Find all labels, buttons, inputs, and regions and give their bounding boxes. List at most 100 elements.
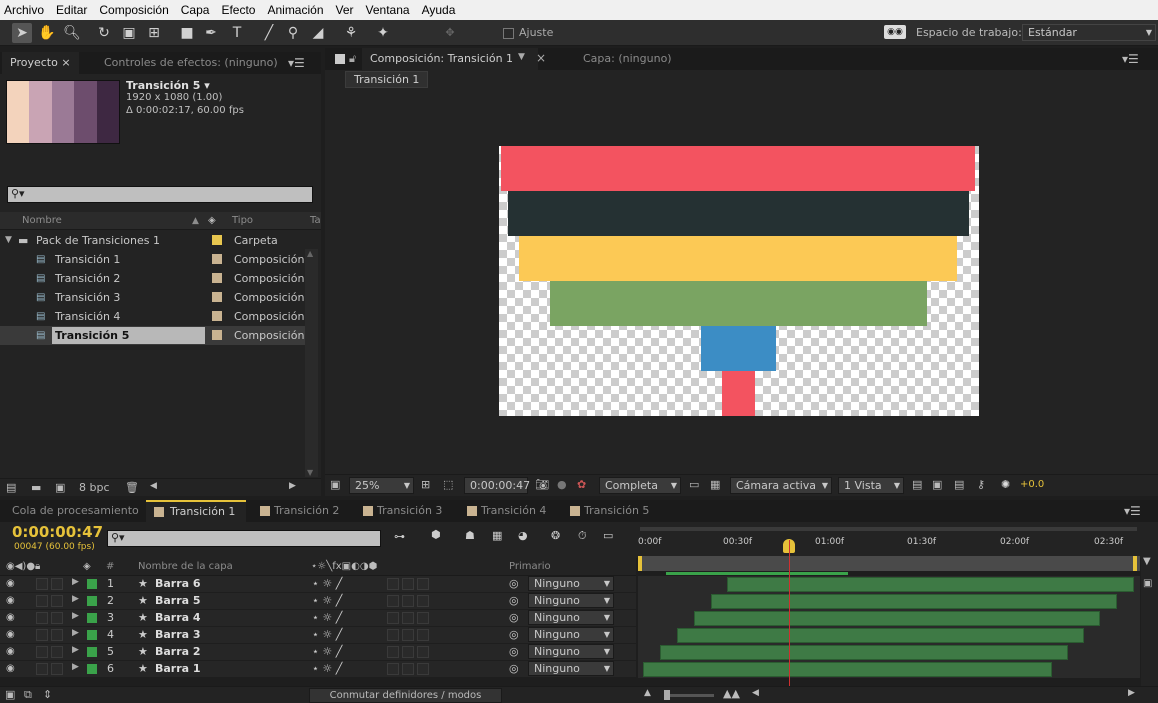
sort-icon[interactable]: ▲ [192,212,199,230]
menu-ventana[interactable]: Ventana [366,3,410,17]
current-time-indicator-line[interactable] [789,540,790,686]
table-row[interactable]: ◉ ▶ 4 ★ Barra 3 ⋆ ☼ ╱ ◎ Ninguno ▼ [0,627,636,644]
shy-layers-icon[interactable]: ☗ [465,529,475,542]
tab-transicion-3[interactable]: Transición 3 [355,500,450,522]
close-icon[interactable]: × [536,51,546,65]
table-row[interactable]: ◉ ▶ 3 ★ Barra 4 ⋆ ☼ ╱ ◎ Ninguno ▼ [0,610,636,627]
layer-name[interactable]: Barra 2 [155,645,201,658]
zoom-in-icon[interactable]: ▲▲ [723,687,740,700]
col-parent[interactable]: Primario [509,558,551,576]
project-search-input[interactable]: ⚲▾ [7,186,313,203]
layer-switches-icon[interactable]: ⋆ ☼ ╱ [312,662,342,675]
label-color-chip[interactable] [87,647,97,657]
fast-preview-icon[interactable]: ▭ [689,478,699,491]
col-name[interactable]: Nombre [22,212,62,230]
tab-project[interactable]: Proyecto × [2,52,79,74]
toggle-switches-modes-button[interactable]: Conmutar definidores / modos [309,688,502,703]
rectangle-tool-icon[interactable]: ■ [177,23,197,43]
eye-icon[interactable]: ◉ [6,663,18,675]
zoom-out-icon[interactable]: ▲ [644,688,651,698]
text-tool-icon[interactable]: T [227,23,247,43]
solo-toggle[interactable] [36,646,48,658]
draft-3d-icon[interactable]: ⬢ [431,528,441,541]
switch-box[interactable] [402,612,414,624]
work-area-start-handle[interactable] [638,556,642,571]
table-row[interactable]: ◉ ▶ 2 ★ Barra 5 ⋆ ☼ ╱ ◎ Ninguno ▼ [0,593,636,610]
parent-select[interactable]: Ninguno ▼ [528,644,614,659]
scroll-right-icon[interactable]: ▶ [289,481,296,491]
layer-name[interactable]: Barra 5 [155,594,201,607]
eye-icon[interactable]: ◉ [6,612,18,624]
workspace-select[interactable]: Estándar ▼ [1022,24,1156,41]
hand-tool-icon[interactable]: ✋ [37,23,57,43]
workspace-icon[interactable]: ◉◉ [884,25,906,39]
switch-box[interactable] [402,646,414,658]
pen-tool-icon[interactable]: ✒ [201,23,221,43]
zoom-select[interactable]: 25% ▼ [349,477,414,494]
expand-triangle-icon[interactable]: ▶ [72,628,79,638]
item-name[interactable]: Transición 5 ▾ [126,79,210,92]
menu-archivo[interactable]: Archivo [4,3,44,17]
tab-effect-controls[interactable]: Controles de efectos: (ninguno) [96,52,286,74]
pick-whip-icon[interactable]: ◎ [509,645,519,658]
axis-mode-icon[interactable]: ✥ ● ▣ [440,23,460,79]
frame-blending-icon[interactable]: ▦ [492,529,502,542]
layer-duration-bar[interactable] [660,645,1068,660]
col-type[interactable]: Tipo [232,212,253,230]
table-row[interactable]: ◉ ▶ 1 ★ Barra 6 ⋆ ☼ ╱ ◎ Ninguno ▼ [0,576,636,593]
parent-select[interactable]: Ninguno ▼ [528,593,614,608]
switch-box[interactable] [387,612,399,624]
menu-ver[interactable]: Ver [336,3,354,17]
switch-box[interactable] [417,612,429,624]
work-area-range[interactable] [638,556,1140,571]
col-num[interactable]: # [106,558,114,576]
pick-whip-icon[interactable]: ◎ [509,662,519,675]
lock-toggle[interactable] [51,612,63,624]
tab-transicion-2[interactable]: Transición 2 [252,500,347,522]
list-item[interactable]: ▤ Transición 3 Composición [0,288,305,307]
flowchart-icon[interactable]: ⚷ [977,478,985,491]
bar-4[interactable] [519,236,957,281]
toggle-3d-icon[interactable]: ▣ [932,478,942,491]
label-color-chip[interactable] [87,630,97,640]
switch-box[interactable] [402,663,414,675]
parent-select[interactable]: Ninguno ▼ [528,627,614,642]
show-snapshot-icon[interactable]: ● [557,478,567,491]
graph-editor-icon[interactable]: ▭ [603,529,613,542]
layer-switches-icon[interactable]: ⋆ ☼ ╱ [312,577,342,590]
table-row[interactable]: ◉ ▶ 6 ★ Barra 1 ⋆ ☼ ╱ ◎ Ninguno ▼ [0,661,636,678]
comp-marker-icon[interactable]: ▣ [1143,578,1152,589]
expand-triangle-icon[interactable]: ▼ [5,231,12,250]
new-composition-icon[interactable]: ▣ [55,481,65,494]
expand-triangle-icon[interactable]: ▶ [72,594,79,604]
zoom-tool-icon[interactable]: 🔍︎ [62,23,82,43]
region-icon[interactable]: ⬚ [443,478,453,491]
pick-whip-icon[interactable]: ◎ [509,628,519,641]
current-time-field[interactable]: 0:00:00:47 [464,477,530,494]
toggle-view-options-icon[interactable]: ▤ [912,478,922,491]
layer-name[interactable]: Barra 1 [155,662,201,675]
grid-icon[interactable]: ⊞ [421,478,430,491]
av-features-icon[interactable]: ◉◀)●🔒︎ [6,558,40,576]
switch-box[interactable] [417,629,429,641]
list-item[interactable]: ▤ Transición 2 Composición [0,269,305,288]
table-row[interactable]: ◉ ▶ 5 ★ Barra 2 ⋆ ☼ ╱ ◎ Ninguno ▼ [0,644,636,661]
bar-5[interactable] [508,191,969,236]
snapshot-camera-icon[interactable]: 📷︎ [535,478,549,491]
padlock-icon[interactable]: 🔓︎ [349,52,356,66]
time-ruler[interactable]: 0:00f 00:30f 01:00f 01:30f 02:00f 02:30f [638,522,1158,558]
expand-triangle-icon[interactable]: ▶ [72,645,79,655]
col-layer-name[interactable]: Nombre de la capa [138,558,233,576]
scroll-up-icon[interactable]: ▲ [307,249,313,258]
camera-tool-icon[interactable]: ▣ [119,23,139,43]
tab-render-queue[interactable]: Cola de procesamiento [4,500,147,522]
panel-menu-icon[interactable]: ▾☰ [1124,504,1141,518]
lock-toggle[interactable] [51,595,63,607]
parent-select[interactable]: Ninguno ▼ [528,661,614,676]
expand-triangle-icon[interactable]: ▶ [72,611,79,621]
layer-name[interactable]: Barra 4 [155,611,201,624]
comp-button-icon[interactable]: ▼ [1143,556,1151,567]
bar-2[interactable] [701,326,776,371]
work-area-bar[interactable] [640,527,1137,531]
close-icon[interactable]: × [61,56,70,69]
